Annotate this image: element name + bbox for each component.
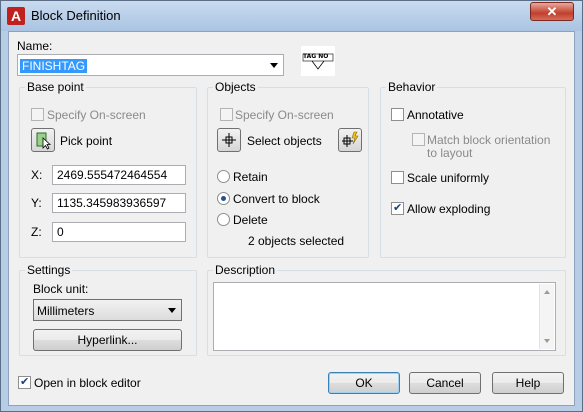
hyperlink-button[interactable]: Hyperlink... bbox=[33, 329, 182, 351]
preview-text: TAG NO bbox=[303, 53, 329, 60]
match-orientation-label-line1: Match block orientation bbox=[427, 133, 551, 147]
chevron-down-icon[interactable] bbox=[168, 308, 176, 313]
objects-selected-status: 2 objects selected bbox=[248, 234, 345, 248]
select-objects-icon bbox=[222, 133, 236, 147]
block-unit-dropdown[interactable]: Millimeters bbox=[33, 299, 182, 321]
z-label: Z: bbox=[31, 225, 42, 239]
base-specify-onscreen-label: Specify On-screen bbox=[47, 108, 146, 122]
block-unit-label: Block unit: bbox=[33, 282, 89, 296]
window-title: Block Definition bbox=[31, 8, 121, 23]
allow-exploding-label[interactable]: Allow exploding bbox=[407, 202, 490, 216]
objects-title: Objects bbox=[213, 80, 258, 94]
name-value: FINISHTAG bbox=[20, 59, 88, 73]
convert-to-block-label[interactable]: Convert to block bbox=[233, 192, 320, 206]
match-orientation-label-line2: to layout bbox=[427, 146, 473, 160]
chevron-down-icon[interactable] bbox=[270, 63, 278, 68]
scroll-down-arrow[interactable] bbox=[544, 339, 550, 343]
delete-label[interactable]: Delete bbox=[233, 213, 268, 227]
quick-select-icon bbox=[342, 131, 359, 147]
description-title: Description bbox=[213, 263, 278, 277]
open-in-editor-checkbox[interactable] bbox=[18, 375, 31, 389]
open-in-editor-label[interactable]: Open in block editor bbox=[34, 376, 141, 390]
pick-point-icon bbox=[36, 132, 52, 150]
block-preview: TAG NO bbox=[301, 46, 335, 76]
description-scrollbar[interactable] bbox=[539, 284, 554, 349]
y-input[interactable]: 1135.345983936597 bbox=[52, 193, 186, 213]
annotative-checkbox[interactable] bbox=[391, 108, 404, 121]
objects-specify-onscreen-label: Specify On-screen bbox=[235, 108, 334, 122]
select-objects-button[interactable] bbox=[217, 128, 241, 152]
base-point-title: Base point bbox=[25, 80, 86, 94]
convert-to-block-radio[interactable] bbox=[217, 192, 230, 205]
scroll-up-arrow[interactable] bbox=[544, 290, 550, 294]
pick-point-label[interactable]: Pick point bbox=[60, 134, 112, 148]
annotative-label[interactable]: Annotative bbox=[407, 108, 464, 122]
z-input[interactable]: 0 bbox=[52, 222, 186, 242]
settings-title: Settings bbox=[25, 263, 73, 277]
select-objects-label[interactable]: Select objects bbox=[247, 134, 322, 148]
description-textarea[interactable] bbox=[213, 282, 556, 351]
name-combobox[interactable]: FINISHTAG bbox=[17, 54, 284, 76]
dialog-body: Name: FINISHTAG TAG NO Base point Specif… bbox=[8, 31, 575, 406]
pick-point-button[interactable] bbox=[31, 128, 55, 152]
cancel-button[interactable]: Cancel bbox=[409, 372, 481, 394]
match-orientation-checkbox[interactable] bbox=[412, 133, 425, 146]
scale-uniformly-label[interactable]: Scale uniformly bbox=[407, 171, 489, 185]
scale-uniformly-checkbox[interactable] bbox=[391, 171, 404, 184]
behavior-title: Behavior bbox=[386, 80, 438, 94]
block-definition-window: A Block Definition ✕ Name: FINISHTAG TAG… bbox=[0, 0, 583, 412]
retain-label[interactable]: Retain bbox=[233, 170, 268, 184]
y-label: Y: bbox=[31, 196, 42, 210]
help-button[interactable]: Help bbox=[492, 372, 564, 394]
delete-radio[interactable] bbox=[217, 213, 230, 226]
autocad-icon: A bbox=[7, 7, 25, 25]
x-input[interactable]: 2469.555472464554 bbox=[52, 165, 186, 185]
close-button[interactable]: ✕ bbox=[530, 2, 574, 21]
title-bar[interactable]: A Block Definition ✕ bbox=[1, 1, 582, 31]
retain-radio[interactable] bbox=[217, 170, 230, 183]
block-unit-value: Millimeters bbox=[37, 304, 95, 318]
x-label: X: bbox=[31, 168, 43, 182]
preview-thumbnail-icon bbox=[302, 53, 334, 70]
allow-exploding-checkbox[interactable] bbox=[391, 201, 404, 215]
objects-specify-onscreen-checkbox[interactable] bbox=[220, 108, 233, 121]
name-label: Name: bbox=[17, 39, 53, 53]
ok-button[interactable]: OK bbox=[328, 372, 400, 394]
quick-select-button[interactable] bbox=[338, 128, 362, 152]
base-specify-onscreen-checkbox[interactable] bbox=[31, 108, 44, 121]
